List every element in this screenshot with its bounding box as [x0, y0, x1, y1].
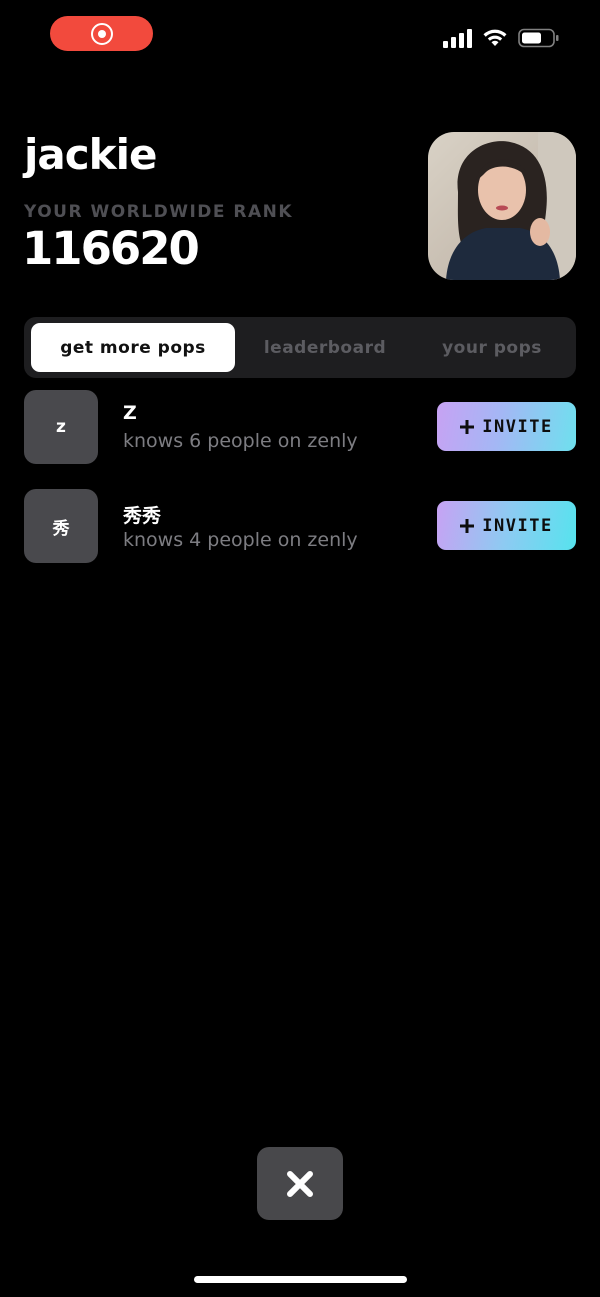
invite-button-label: INVITE	[482, 416, 553, 437]
avatar: z	[24, 390, 98, 464]
wifi-icon	[483, 29, 507, 46]
rank-label: YOUR WORLDWIDE RANK	[24, 202, 294, 222]
tab-bar: get more pops leaderboard your pops	[24, 317, 576, 378]
tab-your-pops[interactable]: your pops	[416, 323, 568, 372]
contact-name: Z	[123, 402, 137, 424]
tab-get-more-pops[interactable]: get more pops	[31, 323, 235, 372]
battery-icon	[518, 28, 559, 48]
cellular-signal-icon	[443, 28, 472, 48]
home-indicator[interactable]	[194, 1276, 407, 1283]
contact-subtitle: knows 4 people on zenly	[123, 529, 358, 551]
profile-photo[interactable]	[428, 132, 576, 280]
rank-value: 116620	[22, 222, 200, 275]
close-icon	[287, 1170, 313, 1197]
invite-button-label: INVITE	[482, 515, 553, 536]
status-bar-icons	[443, 28, 560, 48]
screen-recording-indicator[interactable]	[50, 16, 153, 51]
avatar: 秀	[24, 489, 98, 563]
list-item: z Z knows 6 people on zenly INVITE	[24, 390, 576, 464]
contact-subtitle: knows 6 people on zenly	[123, 430, 358, 452]
plus-icon	[460, 419, 475, 434]
list-item: 秀 秀秀 knows 4 people on zenly INVITE	[24, 489, 576, 563]
close-button[interactable]	[257, 1147, 343, 1220]
invite-button[interactable]: INVITE	[437, 501, 576, 550]
invite-button[interactable]: INVITE	[437, 402, 576, 451]
tab-leaderboard[interactable]: leaderboard	[242, 323, 408, 372]
contact-name: 秀秀	[123, 505, 162, 527]
record-icon	[90, 22, 113, 45]
profile-name: jackie	[24, 130, 157, 179]
plus-icon	[460, 518, 475, 533]
